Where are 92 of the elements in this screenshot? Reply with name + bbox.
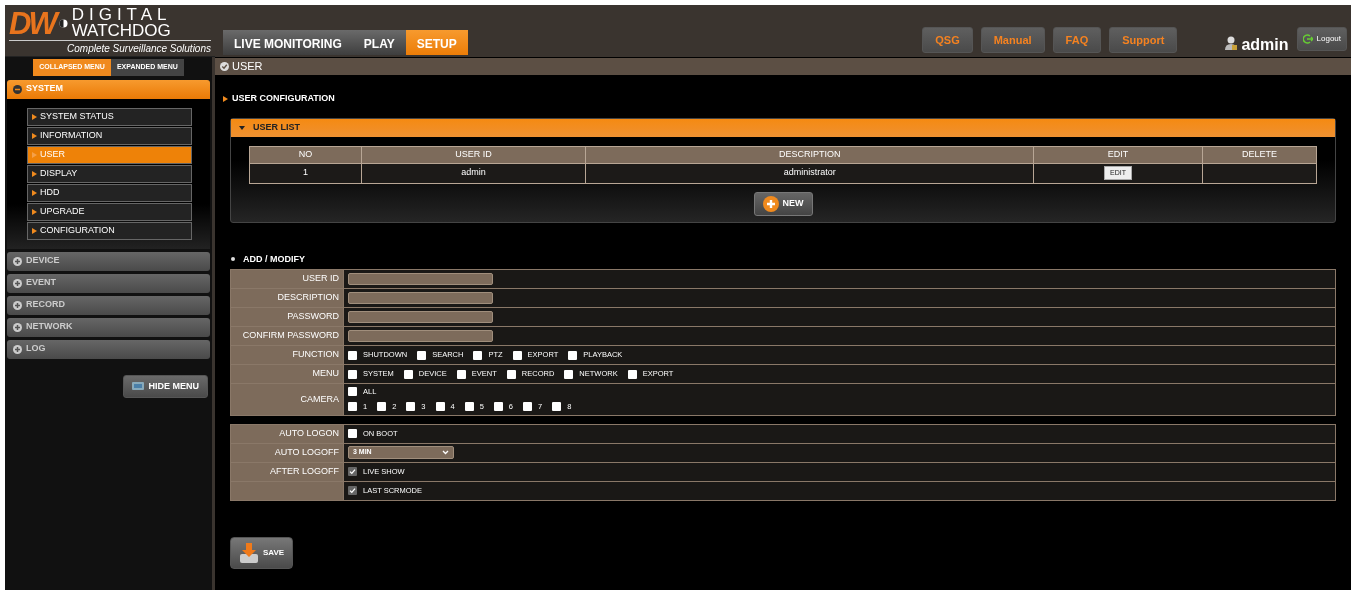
triangle-icon <box>32 170 37 177</box>
checkbox[interactable] <box>348 429 357 438</box>
menu-group[interactable]: EVENT <box>7 273 210 293</box>
checkbox[interactable] <box>348 369 357 379</box>
monitor-icon <box>132 381 145 391</box>
plus-icon <box>13 300 22 310</box>
download-icon <box>239 541 259 564</box>
input-field[interactable] <box>348 273 493 285</box>
plus-icon <box>762 195 779 212</box>
checkbox[interactable] <box>456 369 466 379</box>
caret-icon <box>239 125 245 130</box>
menu-group[interactable]: DEVICE <box>7 251 210 271</box>
checkbox[interactable] <box>377 402 387 412</box>
field-label: PASSWORD <box>287 311 339 322</box>
triangle-icon <box>223 95 228 102</box>
user-name: admin <box>1241 35 1289 55</box>
checkbox[interactable] <box>464 402 474 412</box>
menu-group[interactable]: RECORD <box>7 295 210 315</box>
logout-button[interactable]: Logout <box>1296 27 1347 51</box>
user-icon <box>1225 36 1238 50</box>
column-header: DELETE <box>1202 146 1317 163</box>
field-label: AUTO LOGON <box>279 427 339 438</box>
field-label: AFTER LOGOFF <box>270 465 339 476</box>
section-title: ADD / MODIFY <box>243 252 305 266</box>
nav-tab[interactable]: LIVE MONITORING <box>223 30 353 55</box>
triangle-icon <box>32 132 37 139</box>
checkbox[interactable] <box>493 402 503 412</box>
panel-header[interactable]: USER LIST <box>231 118 1335 137</box>
field-label: AUTO LOGOFF <box>274 446 339 457</box>
input-field[interactable] <box>348 292 493 304</box>
chevron-icon <box>442 450 449 455</box>
checkbox[interactable] <box>512 350 522 360</box>
plus-icon <box>13 322 22 332</box>
save-button[interactable]: SAVE <box>230 536 294 569</box>
column-header: EDIT <box>1033 146 1203 163</box>
checkbox[interactable] <box>564 369 574 379</box>
menu-group[interactable]: NETWORK <box>7 317 210 337</box>
checkbox[interactable] <box>627 369 637 379</box>
triangle-icon <box>32 189 37 196</box>
table-cell: 1 <box>249 163 362 183</box>
logout-icon <box>1302 34 1313 44</box>
checkbox[interactable] <box>348 350 357 360</box>
plus-icon <box>13 278 22 288</box>
checkbox[interactable] <box>348 467 357 476</box>
field-label: CONFIRM PASSWORD <box>242 330 339 341</box>
minus-icon <box>13 84 22 94</box>
checkbox[interactable] <box>406 402 416 412</box>
menu-item[interactable]: HDD <box>27 183 192 202</box>
checkbox[interactable] <box>348 387 357 397</box>
logo-text: DIGITAL <box>71 7 172 23</box>
menu-item[interactable]: DISPLAY <box>27 164 192 183</box>
checkbox[interactable] <box>506 369 516 379</box>
page-title-bar: USER <box>215 58 1351 75</box>
checkbox[interactable] <box>403 369 413 379</box>
checkbox[interactable] <box>473 350 483 360</box>
menu-item[interactable]: SYSTEM STATUS <box>27 107 192 126</box>
table-cell: administrator <box>585 163 1034 183</box>
column-header: NO <box>249 146 362 163</box>
menu-item[interactable]: INFORMATION <box>27 126 192 145</box>
triangle-icon <box>32 151 37 158</box>
triangle-icon <box>32 113 37 120</box>
field-label: USER ID <box>302 273 339 284</box>
field-label: CAMERA <box>300 393 339 404</box>
nav-tab[interactable]: PLAY <box>352 30 406 55</box>
plus-icon <box>13 256 22 266</box>
menu-item[interactable]: UPGRADE <box>27 202 192 221</box>
menu-group[interactable]: LOG <box>7 339 210 359</box>
column-header: USER ID <box>361 146 586 163</box>
checkbox[interactable] <box>552 402 562 412</box>
new-button[interactable]: NEW <box>753 191 813 216</box>
bullet-icon <box>231 257 235 262</box>
menu-item[interactable]: CONFIGURATION <box>27 221 192 240</box>
field-label: DESCRIPTION <box>277 292 339 303</box>
check-icon <box>220 62 229 71</box>
field-label: FUNCTION <box>292 349 339 360</box>
triangle-icon <box>32 227 37 234</box>
hide-menu-button[interactable]: HIDE MENU <box>123 374 208 398</box>
checkbox[interactable] <box>435 402 445 412</box>
triangle-icon <box>32 208 37 215</box>
section-title: USER CONFIGURATION <box>232 92 335 105</box>
checkbox[interactable] <box>568 350 578 360</box>
plus-icon <box>13 344 22 354</box>
tagline: Complete Surveillance Solutions <box>9 40 211 56</box>
input-field[interactable] <box>348 330 493 342</box>
column-header: DESCRIPTION <box>585 146 1034 163</box>
checkbox[interactable] <box>417 350 427 360</box>
field-label: MENU <box>312 368 339 379</box>
checkbox[interactable] <box>348 486 357 495</box>
checkbox[interactable] <box>523 402 533 412</box>
input-field[interactable] <box>348 311 493 323</box>
logo-text: WATCHDOG <box>71 23 172 39</box>
checkbox[interactable] <box>348 402 357 412</box>
